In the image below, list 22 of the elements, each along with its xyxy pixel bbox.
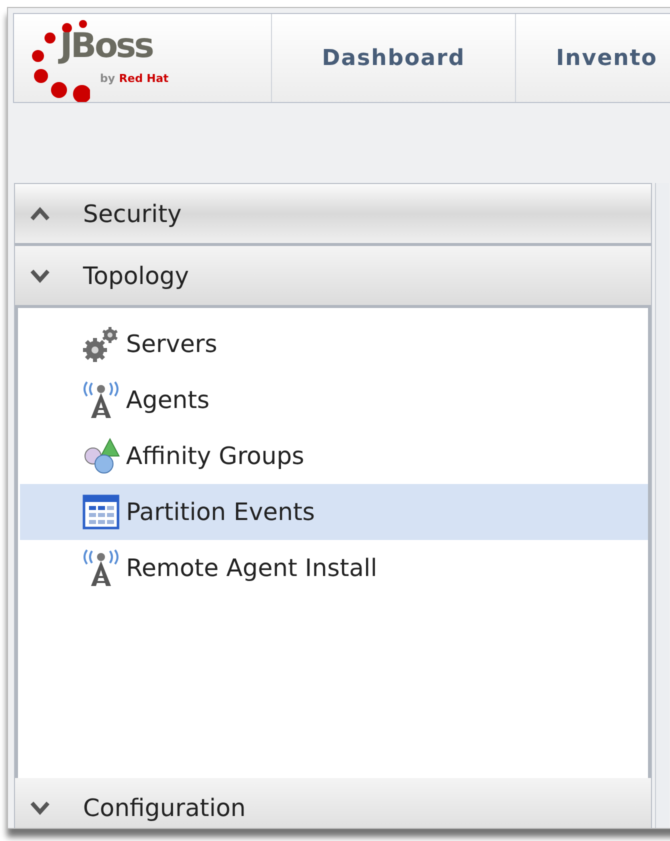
- nav-item-label: Remote Agent Install: [126, 553, 378, 584]
- logo-wordmark: JBoss: [60, 28, 154, 63]
- nav-item-label: Affinity Groups: [126, 441, 304, 472]
- chevron-up-icon: [29, 206, 51, 222]
- logo-byline: by: [100, 70, 116, 87]
- nav-tab[interactable]: Dashboard: [272, 14, 516, 102]
- nav-tab[interactable]: Invento: [516, 14, 670, 102]
- section-header[interactable]: Configuration: [15, 778, 651, 828]
- section-header[interactable]: Security: [15, 184, 651, 246]
- nav-item[interactable]: Remote Agent Install: [20, 540, 648, 596]
- chevron-down-icon: [29, 800, 51, 816]
- nav-item[interactable]: Affinity Groups: [20, 428, 648, 484]
- nav-item[interactable]: Agents: [20, 372, 648, 428]
- nav-item-label: Agents: [126, 385, 210, 416]
- nav-item[interactable]: Servers: [20, 316, 648, 372]
- logo-brand: Red Hat: [119, 70, 169, 87]
- nav-item[interactable]: Partition Events: [20, 484, 648, 540]
- nav-item-label: Servers: [126, 329, 218, 360]
- nav-item-label: Partition Events: [126, 497, 315, 528]
- chevron-down-icon: [29, 268, 51, 284]
- calendar-icon: [80, 492, 122, 532]
- section-header[interactable]: Topology: [15, 246, 651, 308]
